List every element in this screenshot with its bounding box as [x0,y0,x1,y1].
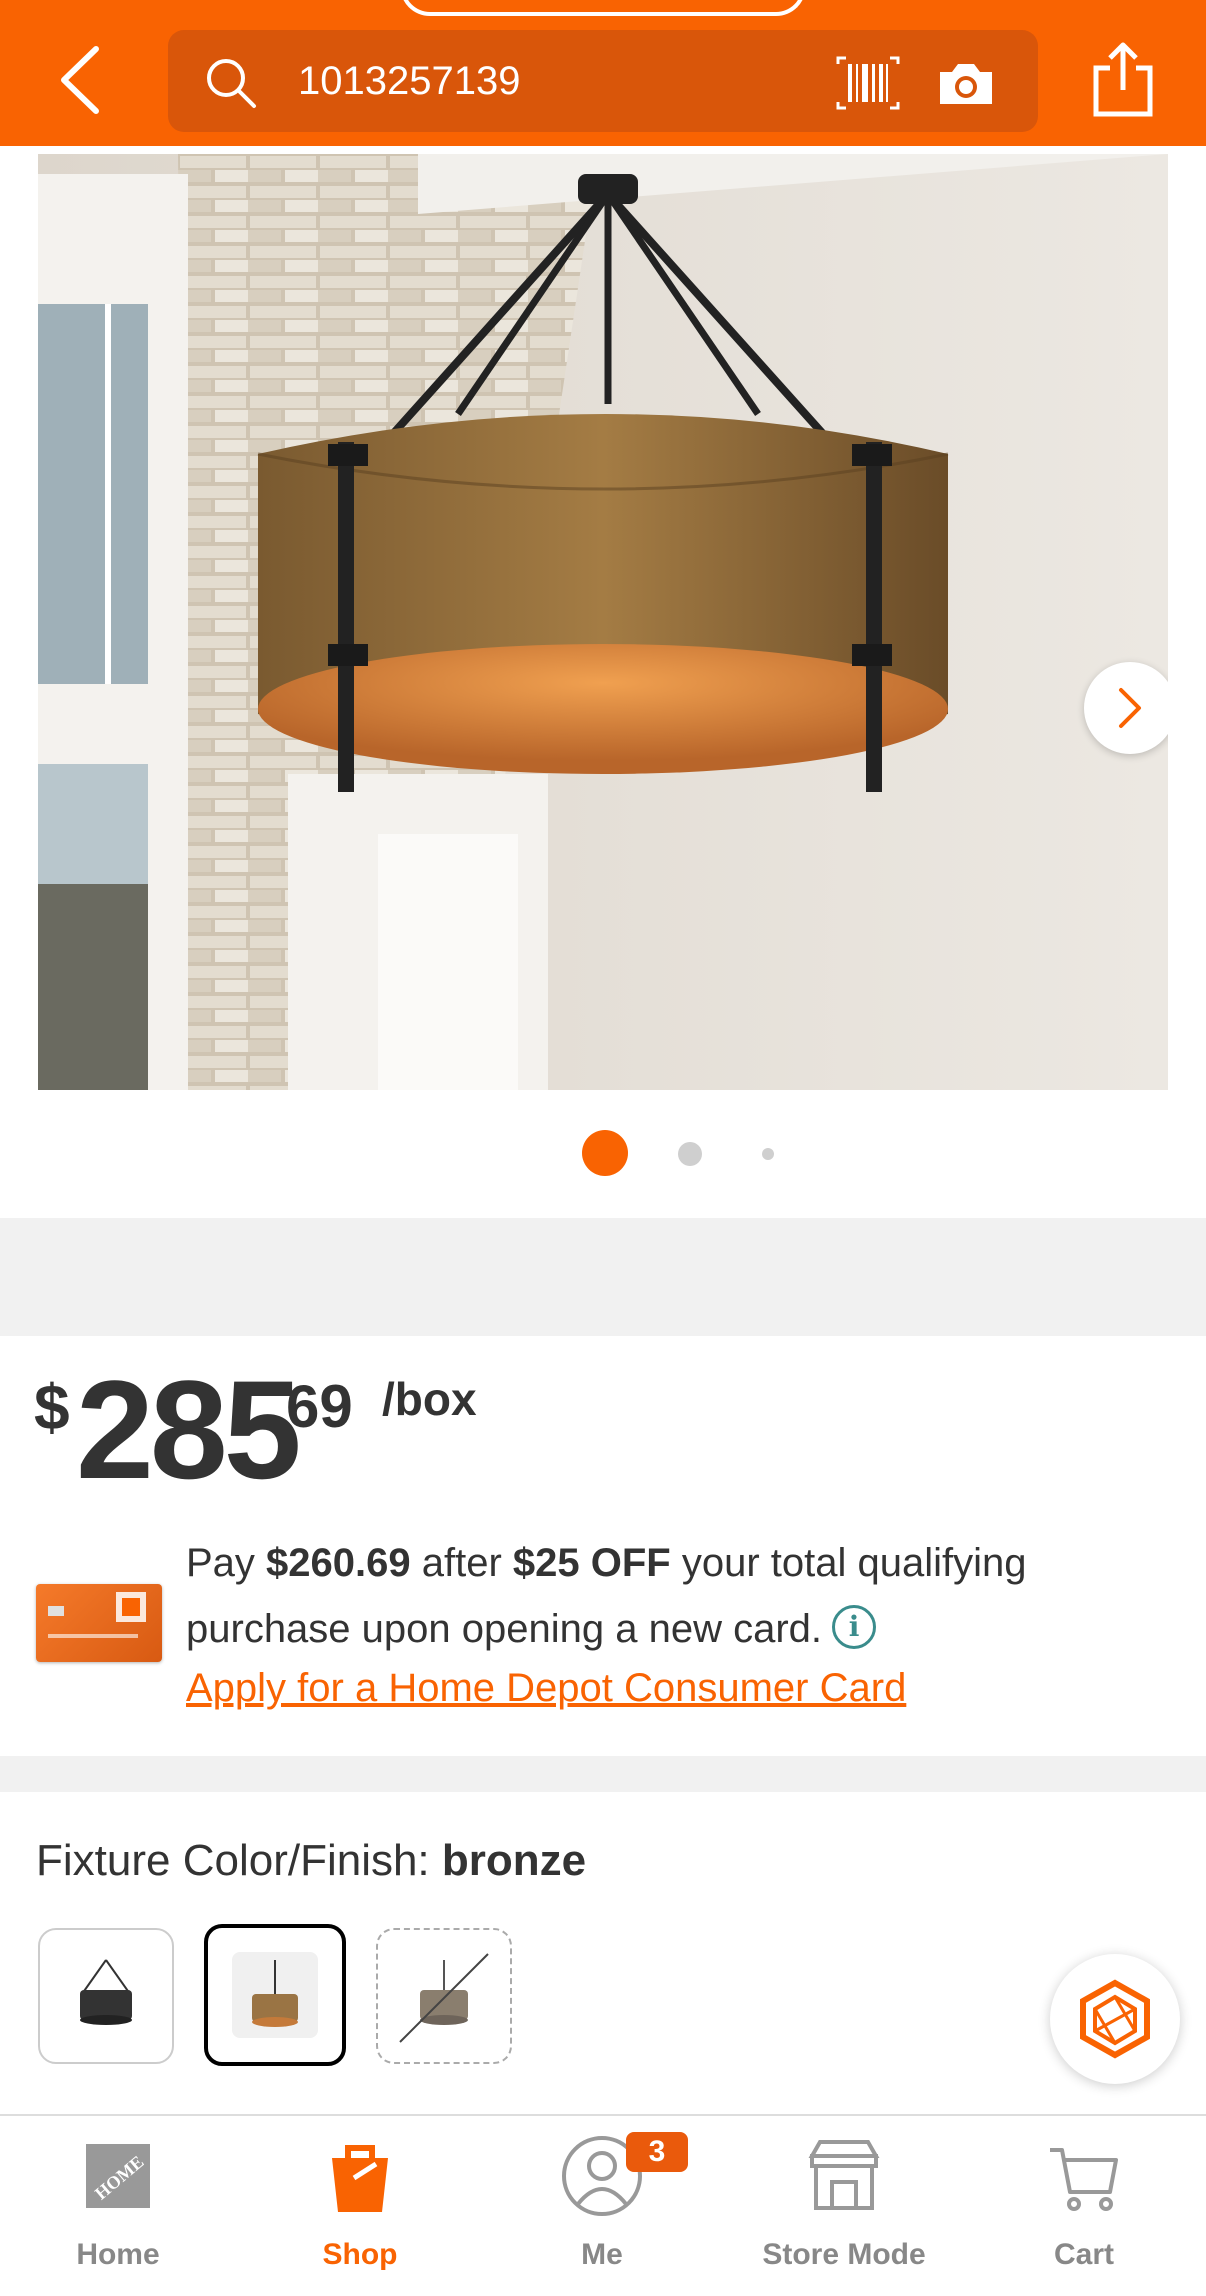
nav-home-label: Home [76,2238,160,2271]
chevron-left-icon [61,46,99,114]
bottom-navigation: HOME Home Shop 3 Me Store Mode Cart [0,2114,1206,2296]
finish-selected-value: bronze [441,1836,587,1885]
chandelier-photo [38,154,1168,1090]
swatch-wood-thumbnail [399,1953,489,2043]
section-divider [0,1756,1206,1792]
nav-cart[interactable]: Cart [984,2116,1184,2296]
swatch-wood[interactable] [376,1928,512,2064]
credit-card-icon [48,1592,146,1638]
device-notch-outline [400,0,806,16]
hexagon-chat-icon [1080,1979,1150,2059]
carousel-dot[interactable] [678,1142,702,1166]
header-bar: 1013257139 [0,0,1206,146]
barcode-icon[interactable] [836,56,900,110]
home-depot-logo-icon: HOME [86,2144,150,2208]
cart-icon [1050,2148,1118,2211]
credit-card-promo: Pay $260.69 after $25 OFF your total qua… [186,1530,1146,1662]
apply-card-link[interactable]: Apply for a Home Depot Consumer Card [186,1666,906,1711]
search-icon [207,59,256,108]
price-whole: 285 [76,1351,302,1508]
carousel-dot-active[interactable] [582,1130,628,1176]
nav-cart-label: Cart [1053,2238,1114,2271]
finish-label: Fixture Color/Finish: bronze [36,1836,586,1886]
chevron-right-icon [1119,688,1141,728]
section-divider [0,1218,1206,1336]
finish-label-text: Fixture Color/Finish: [36,1836,442,1885]
nav-shop-label: Shop [322,2238,398,2271]
camera-icon[interactable] [936,58,996,108]
nav-store-mode-label: Store Mode [762,2238,926,2271]
nav-store-mode[interactable]: Store Mode [744,2116,944,2296]
consumer-card-image [36,1584,162,1662]
back-button[interactable] [50,40,110,120]
info-icon[interactable]: i [832,1605,877,1649]
swatch-black[interactable] [38,1928,174,2064]
price-cents: 69 [286,1373,353,1440]
shop-bag-icon [332,2145,388,2212]
swatch-bronze[interactable] [204,1924,346,2066]
search-bar[interactable]: 1013257139 [168,30,1038,132]
promo-text: Pay [186,1541,267,1585]
nav-shop[interactable]: Shop [260,2116,460,2296]
price-unit: /box [382,1373,477,1425]
promo-text: after [410,1541,513,1585]
promo-discounted-price: $260.69 [266,1541,411,1585]
carousel-indicator [0,1128,1206,1178]
swatch-bronze-thumbnail [232,1952,318,2038]
promo-discount: $25 OFF [512,1541,671,1585]
next-image-button[interactable] [1084,662,1168,754]
product-image[interactable] [38,154,1168,1090]
carousel-dot[interactable] [762,1148,774,1160]
notification-badge: 3 [626,2132,688,2172]
nav-me[interactable]: 3 Me [502,2116,702,2296]
nav-home[interactable]: HOME Home [18,2116,218,2296]
store-icon [808,2140,880,2210]
search-input[interactable]: 1013257139 [298,56,520,106]
share-icon[interactable] [1088,40,1158,120]
chat-assistant-button[interactable] [1050,1954,1180,2084]
nav-me-label: Me [581,2238,623,2271]
swatch-black-thumbnail [80,1959,132,2025]
price-currency: $ [34,1371,70,1443]
